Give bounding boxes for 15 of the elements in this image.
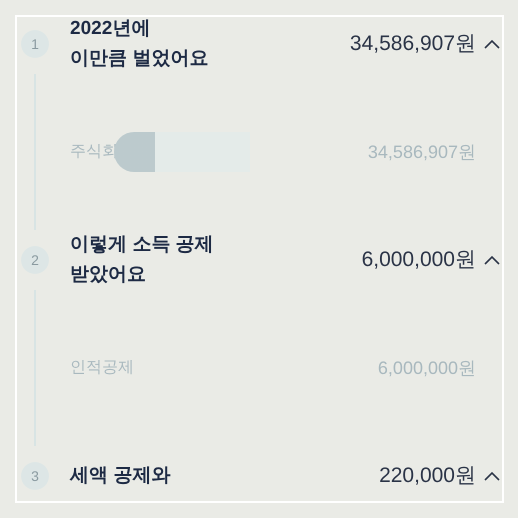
step-amount: 220,000원: [379, 463, 476, 490]
step-number: 3: [21, 462, 49, 490]
item-label: 인적공제: [70, 358, 134, 378]
step-title: 2022년에 이만큼 벌었어요: [70, 17, 208, 71]
step-number: 2: [21, 246, 49, 274]
step-title: 세액 공제와: [70, 464, 170, 488]
item-amount: 6,000,000원: [378, 356, 476, 380]
chevron-up-icon[interactable]: [484, 471, 500, 481]
step-amount: 6,000,000원: [362, 247, 476, 274]
step-title: 이렇게 소득 공제 받았어요: [70, 233, 214, 287]
item-amount: 34,586,907원: [368, 140, 476, 164]
step-amount: 34,586,907원: [350, 31, 476, 58]
chevron-up-icon[interactable]: [484, 255, 500, 265]
step-number: 1: [21, 30, 49, 58]
chevron-up-icon[interactable]: [484, 39, 500, 49]
